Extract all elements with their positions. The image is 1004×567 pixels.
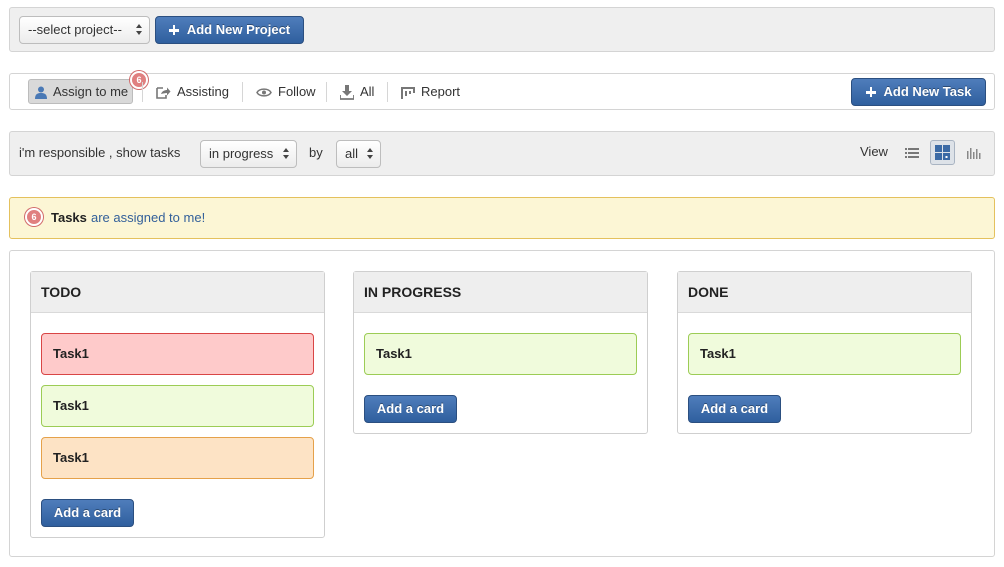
- project-toolbar: --select project-- Add New Project: [9, 7, 995, 52]
- assigned-count-badge: 6: [130, 71, 148, 89]
- tab-all[interactable]: All: [340, 79, 374, 104]
- plus-icon: [865, 87, 876, 97]
- add-new-project-label: Add New Project: [186, 22, 291, 37]
- tab-assign-to-me[interactable]: Assign to me: [28, 79, 134, 104]
- user-icon: [35, 86, 47, 100]
- task-card[interactable]: Task1: [688, 333, 961, 375]
- task-card[interactable]: Task1: [41, 437, 314, 479]
- column-in-progress: IN PROGRESS Task1 Add a card: [353, 271, 648, 434]
- alert-count-badge: 6: [25, 208, 43, 226]
- download-icon: [340, 85, 354, 100]
- select-arrows-icon: [367, 147, 374, 161]
- list-view-icon[interactable]: [901, 142, 923, 164]
- tab-report[interactable]: Report: [401, 79, 460, 104]
- toolbar-divider: [142, 82, 143, 102]
- plus-icon: [168, 25, 179, 35]
- by-select-value: all: [345, 146, 359, 161]
- toolbar-divider: [326, 82, 327, 102]
- project-select-value: --select project--: [28, 22, 122, 37]
- alert-text: are assigned to me!: [91, 210, 206, 225]
- share-icon: [156, 87, 171, 99]
- status-select-value: in progress: [209, 146, 274, 161]
- filter-toolbar: Assign to me 6 Assisting Follow All Repo…: [9, 71, 995, 110]
- task-card[interactable]: Task1: [41, 333, 314, 375]
- tab-assisting-label: Assisting: [177, 84, 230, 99]
- select-arrows-icon: [136, 23, 143, 37]
- add-card-button[interactable]: Add a card: [688, 395, 781, 423]
- task-filter-bar: i'm responsible , show tasks in progress…: [9, 131, 995, 176]
- by-select[interactable]: all: [336, 140, 381, 168]
- add-card-button[interactable]: Add a card: [41, 499, 134, 527]
- eye-icon: [256, 88, 272, 97]
- status-select[interactable]: in progress: [200, 140, 297, 168]
- column-title: TODO: [31, 272, 324, 313]
- add-new-task-button[interactable]: Add New Task: [851, 78, 986, 106]
- chart-view-icon[interactable]: [963, 142, 985, 164]
- column-todo: TODO Task1 Task1 Task1 Add a card: [30, 271, 325, 538]
- by-label: by: [309, 145, 323, 160]
- add-new-project-button[interactable]: Add New Project: [155, 16, 304, 44]
- tab-follow[interactable]: Follow: [256, 79, 316, 104]
- tab-assign-to-me-label: Assign to me: [53, 84, 129, 99]
- tab-report-label: Report: [421, 84, 461, 99]
- column-done: DONE Task1 Add a card: [677, 271, 972, 434]
- add-new-task-label: Add New Task: [883, 84, 972, 99]
- add-card-button[interactable]: Add a card: [364, 395, 457, 423]
- select-arrows-icon: [283, 147, 290, 161]
- kanban-board: TODO Task1 Task1 Task1 Add a card IN PRO…: [9, 250, 995, 557]
- tab-assisting[interactable]: Assisting: [156, 79, 229, 104]
- responsible-label: i'm responsible , show tasks: [19, 145, 181, 160]
- column-title: IN PROGRESS: [354, 272, 647, 313]
- toolbar-divider: [242, 82, 243, 102]
- task-card[interactable]: Task1: [41, 385, 314, 427]
- view-label: View: [860, 144, 888, 159]
- tab-all-label: All: [360, 84, 375, 99]
- alert-strong-text: Tasks: [51, 210, 87, 225]
- assigned-tasks-alert: 6 Tasks are assigned to me!: [9, 197, 995, 239]
- tab-follow-label: Follow: [278, 84, 316, 99]
- report-icon: [401, 87, 415, 100]
- column-title: DONE: [678, 272, 971, 313]
- board-view-icon[interactable]: [930, 140, 955, 165]
- project-select[interactable]: --select project--: [19, 16, 150, 44]
- task-card[interactable]: Task1: [364, 333, 637, 375]
- toolbar-divider: [387, 82, 388, 102]
